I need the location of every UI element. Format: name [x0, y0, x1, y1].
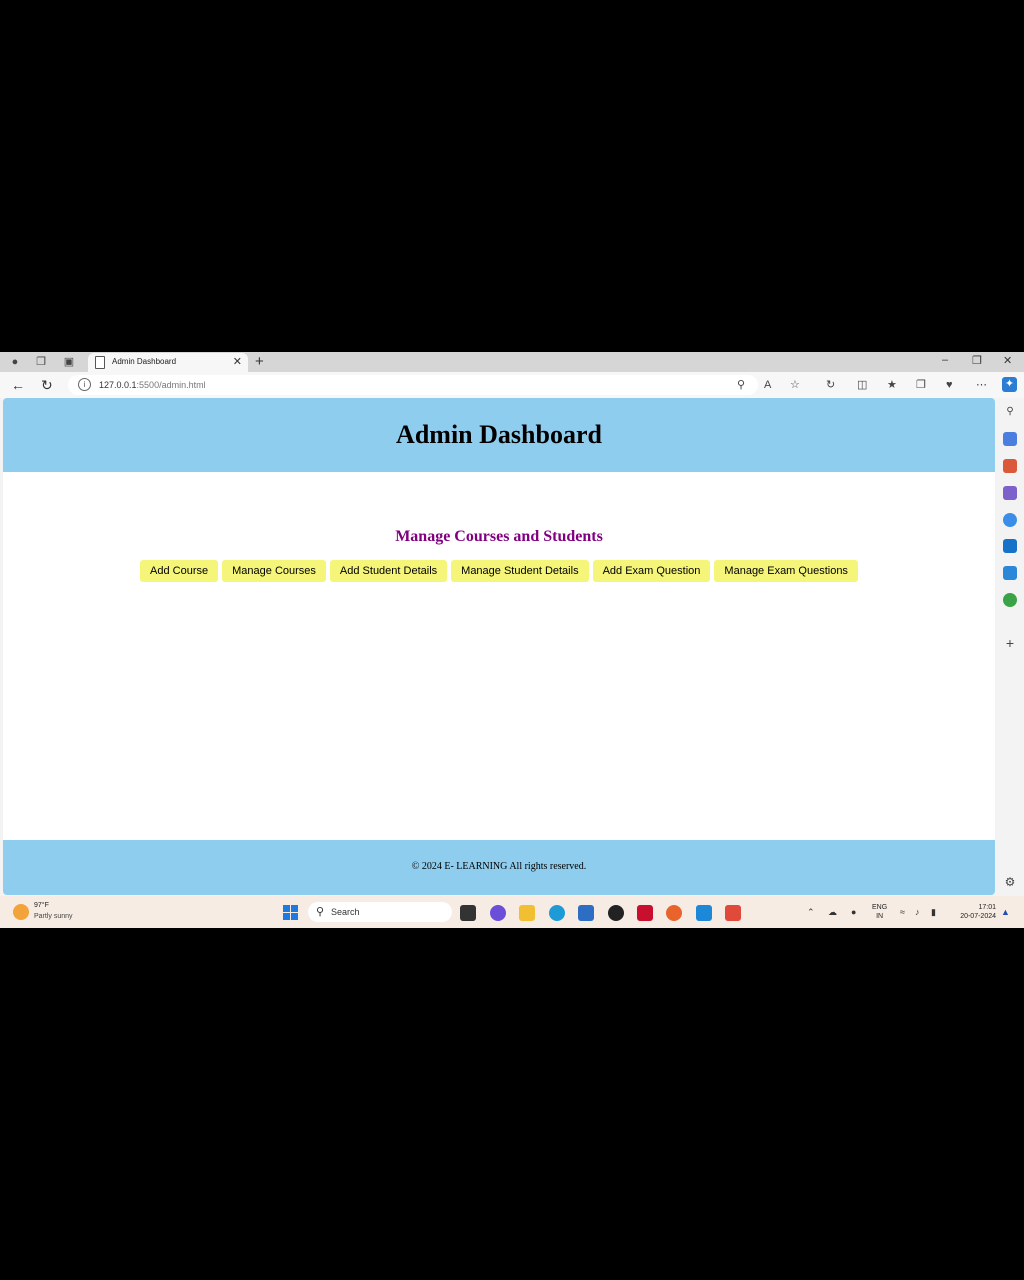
- split-screen-icon[interactable]: ◫: [857, 379, 867, 391]
- battery-icon[interactable]: ▮: [931, 906, 936, 918]
- language-code: ENG: [872, 904, 888, 911]
- add-student-details-button[interactable]: Add Student Details: [329, 560, 448, 582]
- site-info-icon[interactable]: i: [78, 378, 91, 391]
- show-hidden-icons-chevron-icon[interactable]: ⌃: [807, 906, 815, 918]
- screen-recorder-icon[interactable]: [725, 905, 741, 921]
- sidebar-settings-gear-icon[interactable]: ⚙: [1003, 875, 1017, 889]
- manage-student-details-button[interactable]: Manage Student Details: [451, 560, 589, 582]
- page-icon: [95, 356, 105, 369]
- screen: ● ❐ ▣ Admin Dashboard ✕ + – ❐ ✕ ← ↻ i 12…: [0, 352, 1024, 928]
- tab-bar: ● ❐ ▣ Admin Dashboard ✕ + – ❐ ✕: [0, 352, 1024, 372]
- region-code: IN: [876, 913, 884, 920]
- manage-exam-questions-button[interactable]: Manage Exam Questions: [714, 560, 858, 582]
- clock-date: 20-07-2024: [960, 913, 996, 920]
- restore-icon[interactable]: ❐: [972, 354, 982, 367]
- browser-sidebar: ⚲ + ⚙: [996, 398, 1024, 895]
- designer-icon[interactable]: [1003, 566, 1017, 580]
- url-host: 127.0.0.1: [99, 380, 137, 390]
- tab-title: Admin Dashboard: [112, 357, 177, 366]
- vs-code-icon[interactable]: [696, 905, 712, 921]
- workspaces-icon[interactable]: ❐: [34, 355, 48, 369]
- page-title: Admin Dashboard: [396, 420, 602, 449]
- mcafee-icon[interactable]: [637, 905, 653, 921]
- tab-actions-icon[interactable]: ▣: [62, 355, 76, 369]
- add-course-button[interactable]: Add Course: [140, 560, 219, 582]
- close-window-icon[interactable]: ✕: [1003, 354, 1012, 367]
- weather-temperature[interactable]: 97°F: [34, 902, 49, 909]
- microsoft-store-icon[interactable]: [578, 905, 594, 921]
- footer-text: © 2024 E- LEARNING All rights reserved.: [411, 861, 587, 872]
- url-text[interactable]: 127.0.0.1:5500/admin.html: [99, 380, 206, 390]
- back-arrow-icon[interactable]: ←: [11, 377, 25, 393]
- taskbar-search-box[interactable]: ⚲ Search: [308, 902, 452, 922]
- action-buttons: Add Course Manage Courses Add Student De…: [3, 560, 995, 582]
- add-sidebar-app-icon[interactable]: +: [1003, 636, 1017, 650]
- shopping-tag-icon[interactable]: [1003, 432, 1017, 446]
- browser-essentials-icon[interactable]: ♥: [946, 379, 953, 391]
- microsoft-365-icon[interactable]: [1003, 513, 1017, 527]
- page-header: Admin Dashboard: [3, 398, 995, 472]
- edge-browser-icon[interactable]: [549, 905, 565, 921]
- tools-briefcase-icon[interactable]: [1003, 459, 1017, 473]
- minimize-icon[interactable]: –: [942, 354, 948, 366]
- address-bar-row: ← ↻ i 127.0.0.1:5500/admin.html ⚲ A ☆ ↻ …: [0, 372, 1024, 398]
- extension-icon[interactable]: ↻: [826, 379, 835, 391]
- close-tab-icon[interactable]: ✕: [233, 355, 242, 368]
- password-key-icon[interactable]: ⚲: [737, 379, 745, 391]
- search-icon: ⚲: [316, 906, 325, 918]
- search-label: Search: [331, 907, 360, 917]
- url-path: :5500/admin.html: [136, 380, 206, 390]
- read-aloud-icon[interactable]: A: [764, 379, 771, 391]
- tab-admin-dashboard[interactable]: Admin Dashboard ✕: [88, 353, 248, 372]
- manage-courses-button[interactable]: Manage Courses: [222, 560, 326, 582]
- games-icon[interactable]: [1003, 486, 1017, 500]
- teams-chat-icon[interactable]: [490, 905, 506, 921]
- windows-taskbar: 97°F Partly sunny ⚲ Search ⌃ ☁ ● ENG IN …: [0, 896, 1024, 928]
- input-language[interactable]: ENG IN: [872, 903, 887, 921]
- more-menu-icon[interactable]: ⋯: [976, 379, 987, 391]
- file-explorer-icon[interactable]: [519, 905, 535, 921]
- outlook-icon[interactable]: [1003, 539, 1017, 553]
- windows-start-icon[interactable]: [283, 905, 298, 920]
- dell-icon[interactable]: [608, 905, 624, 921]
- wifi-icon[interactable]: ≈: [900, 906, 905, 918]
- weather-sun-icon[interactable]: [13, 904, 29, 920]
- add-exam-question-button[interactable]: Add Exam Question: [592, 560, 711, 582]
- weather-description[interactable]: Partly sunny: [34, 913, 73, 920]
- firefox-icon[interactable]: [666, 905, 682, 921]
- new-tab-button[interactable]: +: [255, 352, 264, 371]
- page-viewport: Admin Dashboard Manage Courses and Stude…: [3, 398, 995, 895]
- favorites-icon[interactable]: ★: [887, 379, 897, 391]
- notification-bell-icon[interactable]: ▲: [1001, 906, 1010, 918]
- section-title: Manage Courses and Students: [395, 528, 603, 545]
- favorite-star-icon[interactable]: ☆: [790, 379, 800, 391]
- microphone-icon[interactable]: ●: [851, 906, 856, 918]
- clock-time: 17:01: [978, 904, 996, 911]
- search-icon[interactable]: ⚲: [1003, 405, 1017, 419]
- profile-icon[interactable]: ●: [8, 355, 22, 369]
- task-view-icon[interactable]: [460, 905, 476, 921]
- volume-icon[interactable]: ♪: [915, 906, 920, 918]
- tree-icon[interactable]: [1003, 593, 1017, 607]
- copilot-icon[interactable]: ✦: [1002, 377, 1017, 392]
- address-bar[interactable]: i 127.0.0.1:5500/admin.html: [68, 375, 758, 395]
- page-footer: © 2024 E- LEARNING All rights reserved.: [3, 840, 995, 895]
- refresh-icon[interactable]: ↻: [41, 377, 53, 393]
- system-clock[interactable]: 17:01 20-07-2024: [950, 903, 996, 921]
- onedrive-cloud-icon[interactable]: ☁: [828, 906, 837, 918]
- collections-icon[interactable]: ❐: [916, 379, 926, 391]
